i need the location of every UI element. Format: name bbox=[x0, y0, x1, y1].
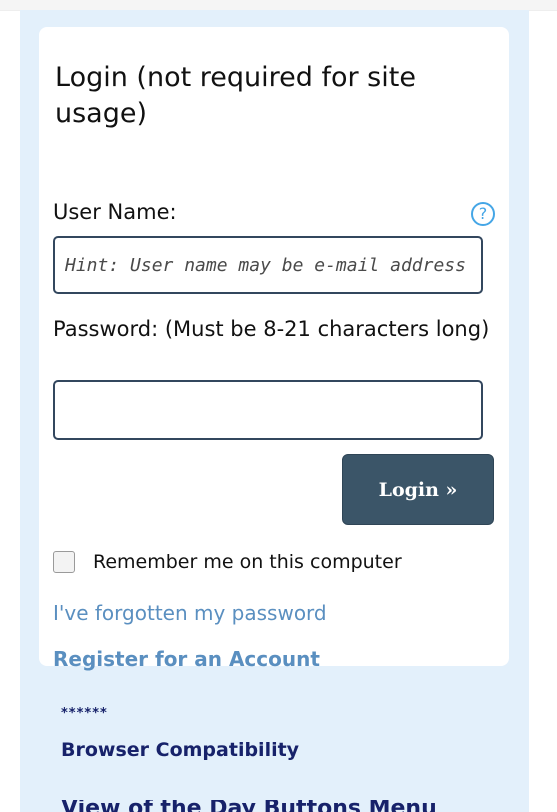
username-input[interactable] bbox=[53, 236, 483, 294]
browser-compatibility-link[interactable]: Browser Compatibility bbox=[61, 739, 299, 761]
register-account-link[interactable]: Register for an Account bbox=[53, 647, 320, 671]
remember-checkbox[interactable] bbox=[53, 551, 75, 573]
password-label: Password: (Must be 8-21 characters long) bbox=[53, 317, 490, 341]
login-button[interactable]: Login » bbox=[342, 454, 494, 525]
login-title: Login (not required for site usage) bbox=[55, 62, 416, 129]
help-icon[interactable]: ? bbox=[471, 202, 495, 226]
remember-row: Remember me on this computer bbox=[53, 549, 402, 575]
stars-link[interactable]: ****** bbox=[61, 706, 108, 721]
partial-menu-link[interactable]: View of the Day Buttons Menu bbox=[61, 800, 501, 812]
login-card: Login (not required for site usage) User… bbox=[39, 27, 509, 671]
partial-menu-link-label: View of the Day Buttons Menu bbox=[61, 800, 501, 812]
username-label: User Name: bbox=[53, 200, 177, 224]
forgot-password-link[interactable]: I've forgotten my password bbox=[53, 601, 327, 625]
password-input[interactable] bbox=[53, 380, 483, 440]
remember-label[interactable]: Remember me on this computer bbox=[93, 551, 402, 573]
